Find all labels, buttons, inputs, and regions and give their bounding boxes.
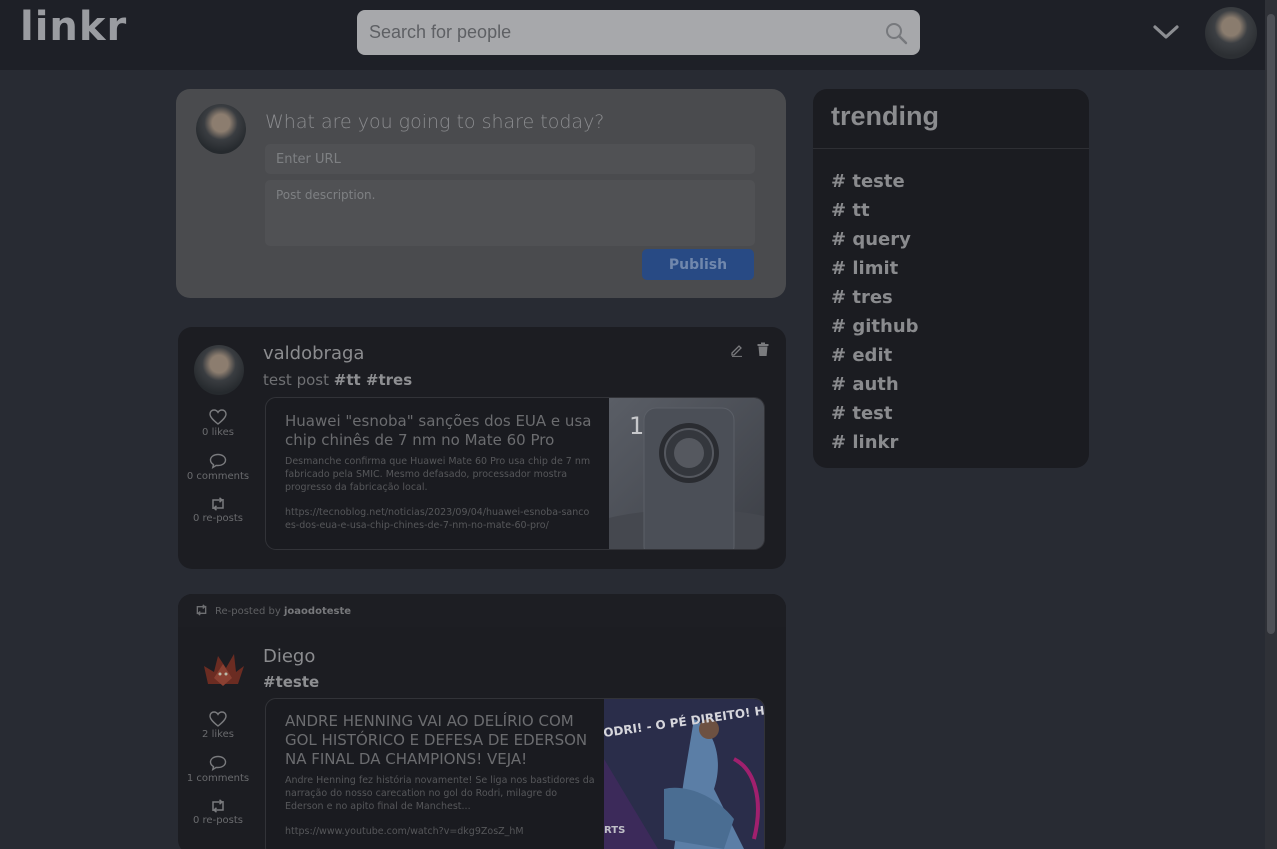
trending-hashtag[interactable]: # teste (831, 167, 919, 196)
publish-box: What are you going to share today? Publi… (176, 89, 786, 298)
repost-icon[interactable] (209, 799, 227, 813)
repost-label: Re-posted by joaodoteste (215, 606, 351, 617)
post-text-body: test post (263, 371, 329, 389)
trending-hashtag[interactable]: # tt (831, 196, 919, 225)
comments-count: 1 comments (186, 773, 250, 784)
search-icon[interactable] (884, 21, 908, 45)
heart-icon[interactable] (209, 711, 227, 727)
trending-hashtag[interactable]: # github (831, 312, 919, 341)
trending-hashtag[interactable]: # limit (831, 254, 919, 283)
repost-icon[interactable] (209, 497, 227, 511)
repost-username[interactable]: joaodoteste (284, 606, 351, 617)
link-description: Andre Henning fez história novamente! Se… (285, 775, 595, 812)
search-bar[interactable] (357, 10, 920, 55)
publisher-avatar (196, 104, 246, 154)
trending-hashtag[interactable]: # test (831, 399, 919, 428)
trending-hashtag[interactable]: # linkr (831, 428, 919, 457)
post-hashtags[interactable]: #tt #tres (334, 371, 412, 389)
link-preview-image: 1 (609, 398, 764, 549)
repost-banner: Re-posted by joaodoteste (178, 594, 786, 627)
like-action[interactable]: 0 likes (178, 409, 258, 438)
search-input[interactable] (357, 10, 920, 55)
thumbnail-brand: RTS (604, 825, 625, 836)
post-card: valdobraga test post #tt #tres 0 likes 0… (178, 327, 786, 569)
comment-action[interactable]: 0 comments (178, 453, 258, 482)
post-hashtags[interactable]: #teste (263, 673, 319, 691)
trending-hashtag[interactable]: # query (831, 225, 919, 254)
user-avatar[interactable] (1205, 7, 1257, 59)
publish-question: What are you going to share today? (265, 111, 605, 133)
like-action[interactable]: 2 likes (178, 711, 258, 740)
post-card: Re-posted by joaodoteste Diego #teste 2 … (178, 594, 786, 849)
repost-action[interactable]: 0 re-posts (178, 799, 258, 826)
publish-button[interactable]: Publish (642, 249, 754, 280)
trending-hashtag[interactable]: # tres (831, 283, 919, 312)
trending-title: trending (831, 101, 939, 131)
divider (813, 148, 1089, 149)
trending-list: # teste # tt # query # limit # tres # gi… (831, 167, 919, 457)
link-preview-image: ODRI! - O PÉ DIREITO! HISTÓRICO! RTS (604, 699, 764, 849)
link-description: Desmanche confirma que Huawei Mate 60 Pr… (285, 456, 591, 493)
link-title: Huawei "esnoba" sanções dos EUA e usa ch… (285, 412, 592, 449)
trending-hashtag[interactable]: # auth (831, 370, 919, 399)
trending-panel: trending # teste # tt # query # limit # … (813, 89, 1089, 468)
link-url[interactable]: https://www.youtube.com/watch?v=dkg9ZosZ… (285, 825, 595, 838)
post-author-avatar[interactable] (194, 345, 244, 395)
post-author-avatar[interactable] (198, 644, 248, 694)
comment-action[interactable]: 1 comments (178, 755, 258, 784)
post-text: test post #tt #tres (263, 371, 412, 389)
heart-icon[interactable] (209, 409, 227, 425)
link-title: ANDRE HENNING VAI AO DELÍRIO COM GOL HIS… (285, 712, 588, 768)
description-input[interactable] (265, 180, 755, 246)
repost-prefix: Re-posted by (215, 606, 281, 617)
link-url[interactable]: https://tecnoblog.net/noticias/2023/09/0… (285, 506, 595, 532)
trash-icon[interactable] (756, 342, 770, 357)
image-number: 1 (629, 412, 644, 440)
post-username[interactable]: valdobraga (263, 343, 364, 364)
top-bar: linkr (0, 0, 1265, 70)
trending-hashtag[interactable]: # edit (831, 341, 919, 370)
pencil-icon[interactable] (730, 343, 744, 357)
post-username[interactable]: Diego (263, 646, 315, 667)
scrollbar-thumb[interactable] (1267, 14, 1275, 634)
url-input[interactable] (265, 144, 755, 174)
link-preview-card[interactable]: ANDRE HENNING VAI AO DELÍRIO COM GOL HIS… (265, 698, 765, 849)
repost-icon (196, 604, 207, 616)
likes-count: 0 likes (202, 427, 234, 438)
link-preview-card[interactable]: Huawei "esnoba" sanções dos EUA e usa ch… (265, 397, 765, 550)
app-logo[interactable]: linkr (20, 4, 127, 50)
repost-action[interactable]: 0 re-posts (178, 497, 258, 524)
likes-count: 2 likes (202, 729, 234, 740)
page-scrollbar[interactable] (1265, 0, 1277, 849)
comment-icon[interactable] (209, 755, 227, 771)
comment-icon[interactable] (209, 453, 227, 469)
chevron-down-icon[interactable] (1152, 22, 1180, 42)
reposts-count: 0 re-posts (193, 815, 243, 826)
reposts-count: 0 re-posts (193, 513, 243, 524)
post-text: #teste (263, 673, 319, 691)
comments-count: 0 comments (186, 471, 250, 482)
